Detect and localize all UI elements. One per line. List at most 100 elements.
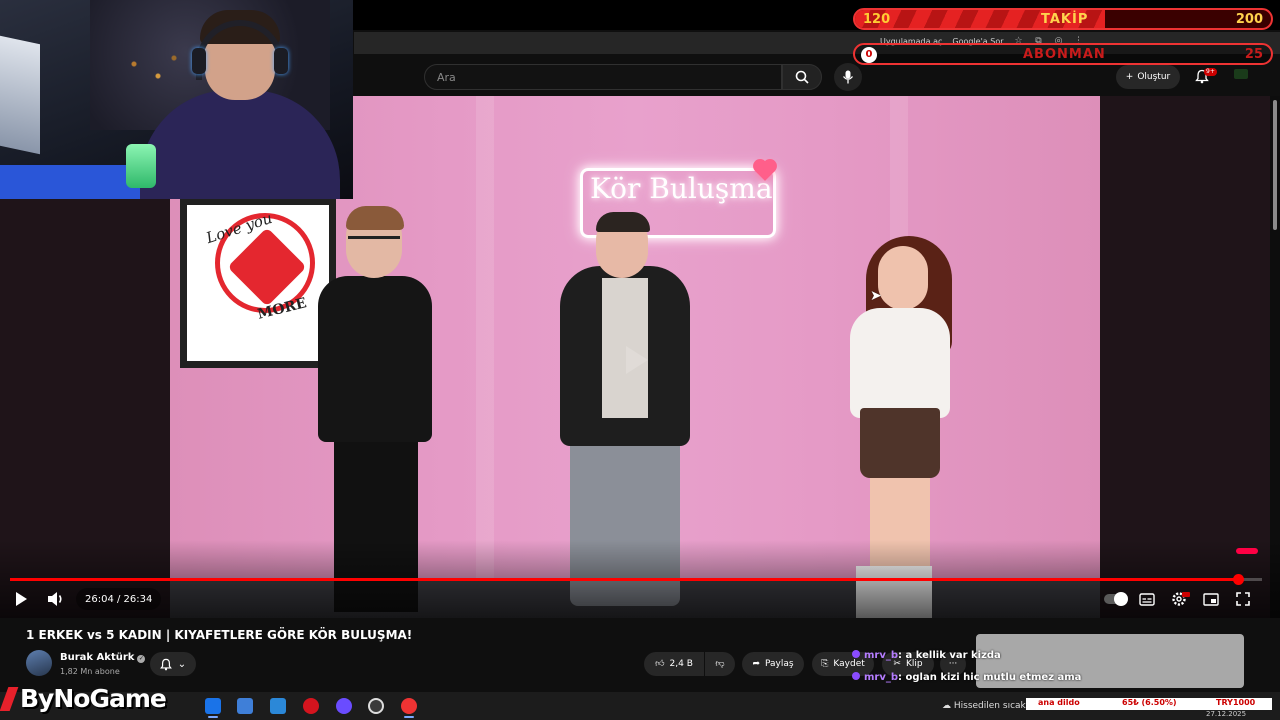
host-person (318, 276, 432, 442)
microphone-icon (842, 70, 854, 84)
progress-fill (10, 578, 1239, 581)
subtitles-button[interactable] (1138, 590, 1156, 608)
create-button[interactable]: + Oluştur (1116, 65, 1180, 89)
end-screen-badge (1236, 548, 1258, 554)
weather-icon: ☁ (942, 701, 951, 711)
account-avatar[interactable] (1234, 69, 1248, 79)
follow-goal-label: TAKİP (1041, 12, 1089, 27)
center-play-icon (626, 346, 648, 374)
webcam-monitor (0, 35, 40, 155)
host-person (348, 236, 400, 246)
create-label: Oluştur (1137, 72, 1171, 82)
webcam-cup (126, 144, 156, 188)
weather-text: Hissedilen sıcak (953, 701, 1026, 711)
chat-message: mrv_b: a kellik var kizda (852, 650, 1001, 661)
streamer-webcam (0, 0, 353, 199)
voice-search-button[interactable] (834, 63, 862, 91)
explorer-taskbar-icon[interactable] (270, 698, 286, 714)
neon-sign-text: Kör Buluşma (590, 172, 773, 205)
search-icon (795, 70, 809, 84)
subscriber-current-count: 0 (861, 47, 877, 63)
thumbs-up-icon: 👍︎ (655, 659, 665, 669)
active-indicator (208, 716, 218, 718)
weather-widget[interactable]: ☁ Hissedilen sıcak (942, 701, 1026, 711)
subscription-bell-button[interactable]: ⌄ (150, 652, 196, 676)
discord-taskbar-icon[interactable] (336, 698, 352, 714)
notification-count-badge: 9+ (1204, 68, 1217, 76)
opera-taskbar-icon[interactable] (303, 698, 319, 714)
male-contestant (596, 212, 650, 232)
ticker-message: 65₺ (6.50%) (1122, 698, 1177, 707)
webcam-desk (0, 165, 140, 199)
mouse-cursor-icon: ➤ (870, 288, 882, 304)
taskbar-clock: 27.12.2025 (1206, 710, 1247, 718)
like-count: 2,4 B (669, 659, 693, 669)
subscriber-goal-target: 25 (1244, 47, 1263, 62)
screen: Uygulamada aç Google'a Sor ☆ ⧉ ◎ ⋮ Ara +… (0, 0, 1280, 720)
channel-name-row[interactable]: Burak Aktürk ✓ (60, 652, 146, 663)
subscriber-goal-bar: 0 ABONMAN 25 (853, 43, 1273, 65)
chat-badge-icon (852, 650, 860, 658)
chat-message: mrv_b: oglan kizi hic mutlu etmez ama (852, 672, 1081, 683)
share-button[interactable]: ➦ Paylaş (742, 652, 804, 676)
share-icon: ➦ (752, 659, 760, 669)
ticker-message: TRY1000 (1216, 698, 1256, 707)
subscriber-count: 1,82 Mn abone (60, 667, 120, 676)
like-button[interactable]: 👍︎ 2,4 B (644, 652, 704, 676)
verified-icon: ✓ (137, 655, 146, 663)
miniplayer-icon (1203, 592, 1219, 606)
thumbs-down-icon: 👎︎ (715, 659, 725, 669)
bynogame-logo: ByNoGame (0, 684, 167, 713)
bell-icon (159, 658, 172, 670)
fullscreen-icon (1236, 592, 1250, 606)
chevron-down-icon: ⌄ (177, 658, 187, 670)
chat-text: : a kellik var kizda (898, 650, 1001, 661)
subscriber-goal-label: ABONMAN (1023, 47, 1106, 62)
browser-taskbar-icon[interactable] (401, 698, 417, 714)
chat-text: : oglan kizi hic mutlu etmez ama (898, 672, 1082, 683)
channel-avatar[interactable] (26, 650, 52, 676)
dislike-button[interactable]: 👎︎ (705, 652, 735, 676)
female-contestant (878, 246, 928, 310)
search-input[interactable]: Ara (424, 64, 782, 90)
autoplay-knob (1114, 592, 1128, 606)
headset-ear-right (274, 48, 288, 74)
video-title: 1 ERKEK vs 5 KADIN | KIYAFETLERE GÖRE KÖ… (26, 628, 413, 642)
active-indicator (404, 716, 414, 718)
bookmark-icon: ⎘ (821, 659, 829, 669)
follow-current-count: 120 (863, 12, 891, 27)
share-label: Paylaş (764, 659, 794, 669)
host-person (346, 206, 404, 230)
logo-text: ByNoGame (20, 684, 167, 713)
fullscreen-button[interactable] (1234, 590, 1252, 608)
play-button[interactable] (12, 590, 30, 608)
chat-username: mrv_b (864, 650, 899, 661)
autoplay-toggle[interactable] (1104, 592, 1128, 606)
female-contestant (850, 308, 950, 418)
chrome-taskbar-icon[interactable] (205, 698, 221, 714)
love-you-more-poster: Love you MORE (180, 198, 336, 368)
volume-button[interactable] (46, 590, 66, 608)
obs-taskbar-icon[interactable] (368, 698, 384, 714)
follow-goal-target: 200 (1235, 12, 1263, 27)
logo-slash-icon (0, 687, 19, 711)
headset-ear-left (192, 48, 206, 74)
chat-badge-icon (852, 672, 860, 680)
captions-icon (1139, 592, 1155, 606)
webcam-city-lights (110, 40, 190, 100)
follow-goal-bar: 120 TAKİP 200 (853, 8, 1273, 30)
search-button[interactable] (782, 64, 822, 90)
female-contestant (860, 408, 940, 478)
plus-icon: + (1125, 72, 1134, 82)
ticker-message: ana dildo (1038, 698, 1080, 707)
volume-icon (48, 592, 62, 606)
time-display: 26:04 / 26:34 (76, 588, 162, 610)
channel-name[interactable]: Burak Aktürk (60, 652, 134, 663)
donation-ticker: ana dildo 65₺ (6.50%) TRY1000 (1026, 698, 1272, 710)
hd-badge (1182, 592, 1190, 597)
miniplayer-button[interactable] (1202, 590, 1220, 608)
chat-username: mrv_b (864, 672, 899, 683)
store-taskbar-icon[interactable] (237, 698, 253, 714)
progress-bar[interactable] (10, 574, 1262, 585)
page-scrollbar-thumb[interactable] (1273, 100, 1277, 230)
